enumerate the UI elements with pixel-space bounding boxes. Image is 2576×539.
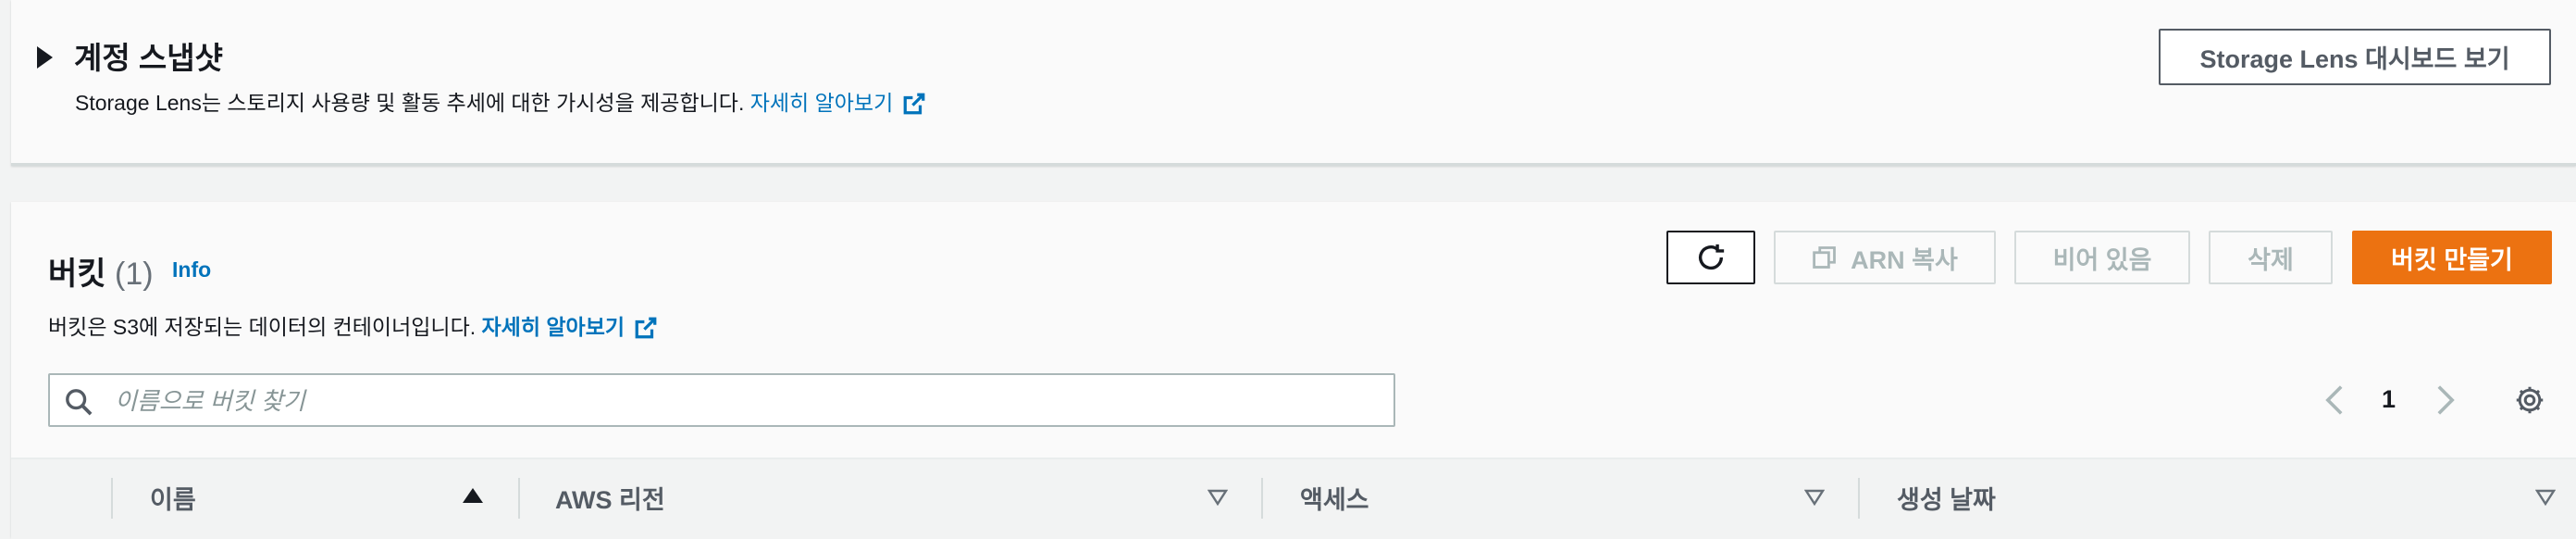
search-icon (66, 389, 93, 416)
copy-arn-button[interactable]: ARN 복사 (1774, 231, 1996, 284)
refresh-button[interactable] (1666, 231, 1755, 284)
column-divider (518, 478, 520, 519)
refresh-icon (1698, 244, 1725, 270)
column-divider (111, 478, 113, 519)
next-page-icon[interactable] (2435, 383, 2456, 417)
copy-arn-label: ARN 복사 (1851, 245, 1958, 274)
buckets-title: 버킷 (1) (48, 248, 154, 294)
sort-icon[interactable] (2535, 489, 2556, 506)
copy-icon (1813, 246, 1837, 269)
account-snapshot-title[interactable]: 계정 스냅샷 (74, 33, 223, 78)
buckets-title-text: 버킷 (48, 257, 106, 292)
buckets-description: 버킷은 S3에 저장되는 데이터의 컨테이너입니다. 자세히 알아보기 (48, 309, 658, 341)
info-link[interactable]: Info (172, 257, 211, 282)
create-bucket-button[interactable]: 버킷 만들기 (2352, 231, 2552, 284)
bucket-table-header (11, 458, 2576, 539)
column-header-access[interactable]: 액세스 (1300, 480, 1369, 516)
expand-caret-icon[interactable] (37, 46, 53, 69)
sort-icon[interactable] (1804, 489, 1825, 506)
bucket-search-input[interactable] (113, 381, 1375, 421)
column-header-name[interactable]: 이름 (150, 480, 196, 516)
storage-lens-dashboard-button[interactable]: Storage Lens 대시보드 보기 (2159, 29, 2551, 85)
settings-gear-icon[interactable] (2513, 383, 2546, 417)
column-header-creation-date[interactable]: 생성 날짜 (1897, 480, 1996, 516)
buckets-count: (1) (115, 257, 154, 292)
bucket-search-box[interactable] (48, 373, 1395, 427)
buckets-description-text: 버킷은 S3에 저장되는 데이터의 컨테이너입니다. (48, 315, 482, 339)
buckets-learn-more-link[interactable]: 자세히 알아보기 (482, 315, 625, 339)
sort-ascending-icon[interactable] (463, 488, 483, 503)
account-snapshot-learn-more-link[interactable]: 자세히 알아보기 (750, 91, 894, 115)
sort-icon[interactable] (1208, 489, 1228, 506)
current-page-number[interactable]: 1 (2382, 385, 2396, 414)
account-snapshot-description-text: Storage Lens는 스토리지 사용량 및 활동 추세에 대한 가시성을 … (75, 91, 750, 115)
column-divider (1858, 478, 1860, 519)
empty-bucket-button[interactable]: 비어 있음 (2014, 231, 2190, 284)
external-link-icon[interactable] (902, 92, 926, 116)
previous-page-icon[interactable] (2324, 383, 2345, 417)
column-header-region[interactable]: AWS 리전 (555, 480, 665, 516)
delete-bucket-button[interactable]: 삭제 (2209, 231, 2333, 284)
external-link-icon[interactable] (634, 316, 658, 340)
column-divider (1261, 478, 1263, 519)
account-snapshot-description: Storage Lens는 스토리지 사용량 및 활동 추세에 대한 가시성을 … (75, 85, 926, 117)
